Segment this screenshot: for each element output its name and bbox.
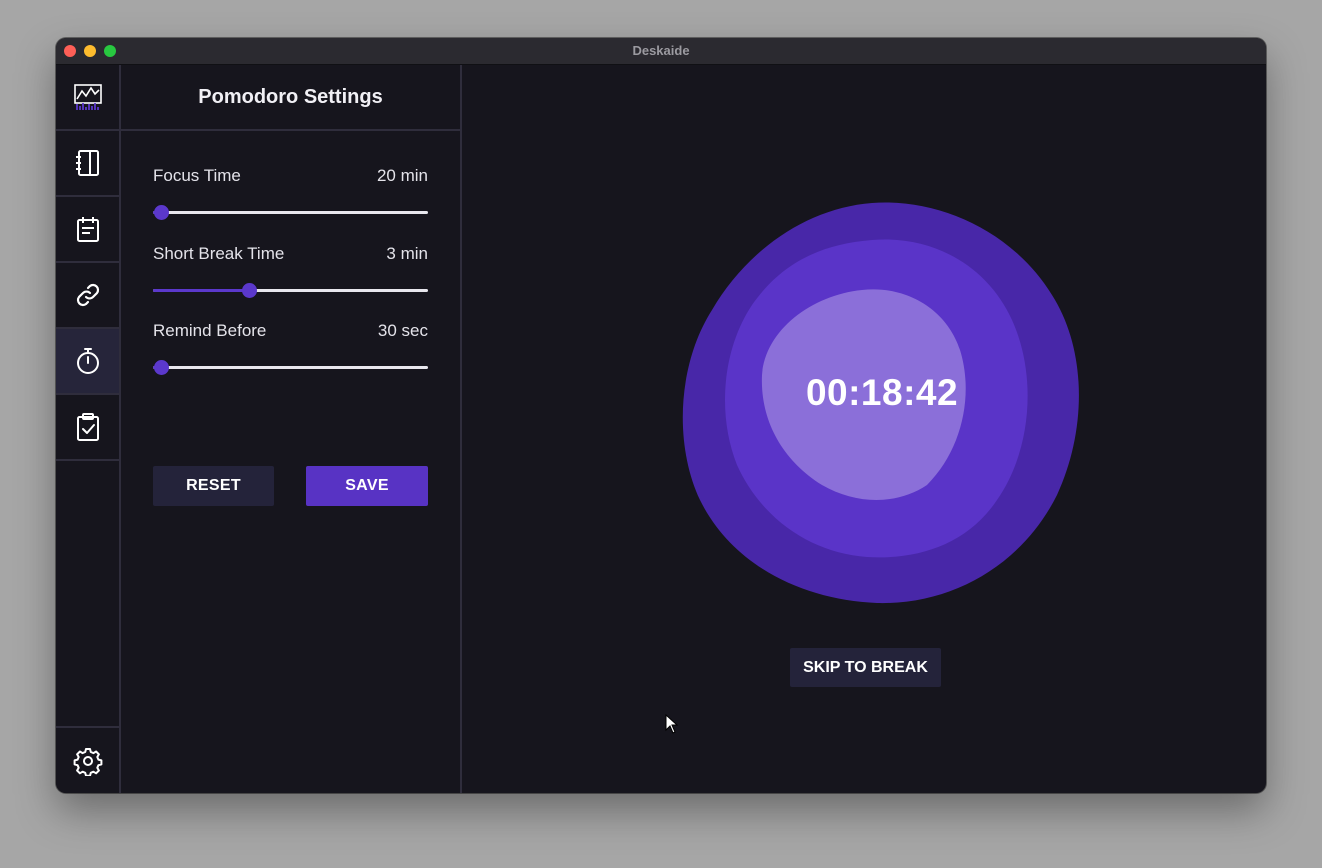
remind-before-value: 30 sec (377, 321, 428, 340)
slider-fill (153, 289, 250, 292)
slider-thumb[interactable] (242, 283, 258, 298)
slider-track (153, 211, 428, 214)
clipboard-check-icon (76, 413, 99, 441)
icon-sidebar (56, 65, 121, 793)
remind-before-setting: Remind Before 30 sec (153, 321, 428, 375)
notebook-icon (75, 150, 99, 176)
skip-to-break-button[interactable]: SKIP TO BREAK (790, 648, 941, 687)
window-title: Deskaide (632, 43, 690, 58)
link-icon (76, 283, 99, 307)
app-window: Deskaide Pomodoro Settings Focus Time 20… (56, 38, 1266, 793)
slider-track (153, 366, 428, 369)
panel-title: Pomodoro Settings (198, 85, 383, 108)
reset-button[interactable]: RESET (153, 466, 274, 506)
analytics-chart-icon (73, 84, 102, 110)
nav-item-links[interactable] (56, 263, 119, 329)
timer-area: 00:18:42 SKIP TO BREAK (462, 65, 1266, 793)
save-button[interactable]: SAVE (306, 466, 428, 506)
nav-item-settings[interactable] (56, 726, 119, 793)
nav-item-calendar[interactable] (56, 197, 119, 263)
slider-thumb[interactable] (154, 360, 169, 375)
short-break-setting: Short Break Time 3 min (153, 244, 428, 298)
title-bar: Deskaide (56, 38, 1266, 65)
focus-time-slider[interactable] (153, 205, 428, 220)
timer-display: 00:18:42 (805, 372, 959, 413)
calendar-icon (76, 217, 99, 242)
short-break-label: Short Break Time (153, 244, 285, 263)
short-break-value: 3 min (386, 244, 428, 263)
nav-item-pomodoro[interactable] (56, 329, 119, 395)
mouse-cursor-icon (665, 714, 679, 734)
remind-before-slider[interactable] (153, 360, 428, 375)
focus-time-value: 20 min (376, 166, 428, 185)
focus-time-label: Focus Time (153, 166, 241, 185)
short-break-slider[interactable] (153, 283, 428, 298)
nav-item-tasks[interactable] (56, 395, 119, 461)
focus-time-setting: Focus Time 20 min (153, 166, 428, 220)
remind-before-label: Remind Before (153, 321, 267, 340)
nav-item-notebook[interactable] (56, 131, 119, 197)
gear-icon (73, 747, 102, 776)
nav-item-analytics[interactable] (56, 65, 119, 131)
stopwatch-icon (76, 348, 99, 374)
panel-header: Pomodoro Settings (121, 65, 460, 131)
pomodoro-settings-panel: Pomodoro Settings Focus Time 20 min Shor… (121, 65, 462, 793)
slider-thumb[interactable] (154, 205, 169, 220)
timer-blob: 00:18:42 (682, 200, 1082, 606)
